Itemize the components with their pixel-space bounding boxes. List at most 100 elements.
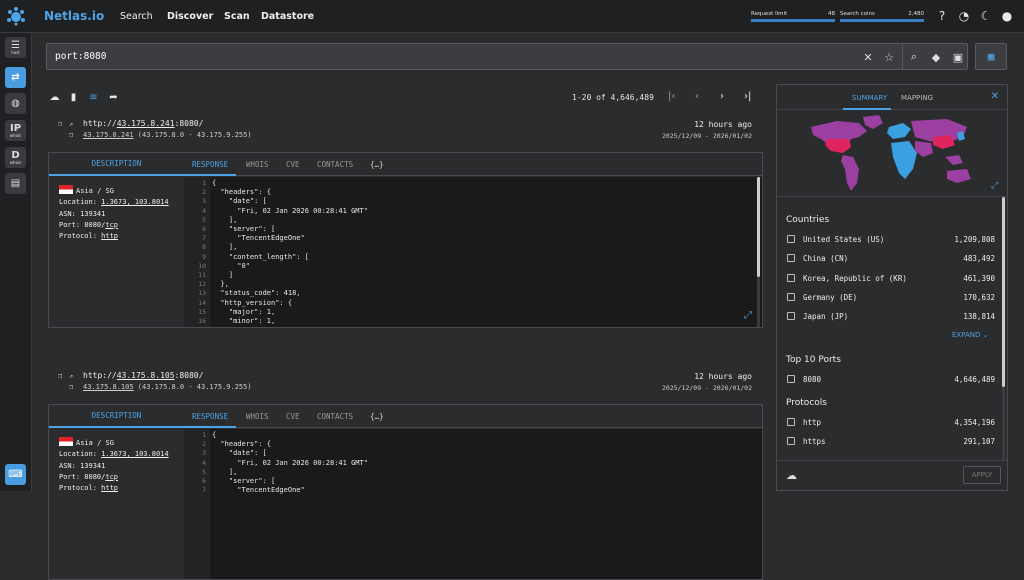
panel-scroll-thumb[interactable]: [1002, 197, 1005, 387]
netlas-logo-icon[interactable]: [6, 6, 26, 26]
code-viewer[interactable]: 1234567 "TencentEdgeOne" "server": [ ], …: [184, 429, 762, 579]
map-fullscreen-icon[interactable]: ⤢: [991, 181, 998, 191]
download-icon[interactable]: ▣: [951, 50, 965, 64]
code-scroll-thumb[interactable]: [757, 177, 760, 277]
facet-checkbox[interactable]: [787, 273, 795, 282]
nav-datastore[interactable]: Datastore: [261, 11, 314, 22]
facet-row[interactable]: Korea, Republic of (KR) 461,390: [787, 273, 995, 285]
facet-row[interactable]: Japan (JP) 138,814: [787, 311, 995, 323]
star-icon[interactable]: ☆: [882, 50, 896, 64]
search-coins-label: Search coins: [840, 11, 875, 17]
facet-row[interactable]: Germany (DE) 170,632: [787, 292, 995, 304]
result-url[interactable]: http://43.175.8.105:8080/: [83, 371, 203, 380]
search-input[interactable]: [55, 51, 835, 62]
rail-domain-whois[interactable]: D whois: [5, 147, 26, 168]
code-line: "major": 1,: [212, 307, 276, 316]
first-page-icon[interactable]: |‹: [668, 91, 675, 102]
ip-link[interactable]: 43.175.8.105: [83, 383, 134, 391]
tab-mapping[interactable]: MAPPING: [901, 94, 933, 102]
location-link[interactable]: 1.3673, 103.8014: [101, 450, 168, 458]
close-icon[interactable]: ✕: [991, 91, 999, 102]
port-proto[interactable]: tcp: [105, 221, 118, 229]
facet-row[interactable]: 8080 4,646,489: [787, 374, 995, 386]
tab-cve[interactable]: CVE: [286, 412, 300, 421]
region: Asia / SG: [76, 187, 114, 195]
user-icon[interactable]: ●: [999, 8, 1015, 24]
facet-checkbox[interactable]: [787, 418, 795, 426]
next-page-icon[interactable]: ›: [720, 91, 724, 102]
facet-checkbox[interactable]: [787, 312, 795, 321]
facet-row[interactable]: United States (US) 1,209,808: [787, 234, 995, 246]
apply-button[interactable]: APPLY: [963, 466, 1001, 484]
rail-domains[interactable]: ◍: [5, 93, 26, 114]
facet-checkbox[interactable]: [787, 437, 795, 445]
facet-row[interactable]: http 4,354,196: [787, 417, 995, 429]
rail-certificates[interactable]: ▤: [5, 173, 26, 194]
rail-ip-whois[interactable]: IP whois: [5, 120, 26, 141]
rail-responses[interactable]: ⇄: [5, 67, 26, 88]
copy-ip-icon[interactable]: ❐: [69, 131, 73, 139]
speed-icon[interactable]: ◔: [956, 8, 972, 24]
tab-whois[interactable]: WHOIS: [246, 160, 269, 169]
search-icon[interactable]: ⌕: [907, 50, 921, 64]
copy-icon[interactable]: ❐: [58, 120, 62, 128]
description-pane: DESCRIPTION Asia / SG Location: 1.3673, …: [49, 405, 184, 579]
cloud-download-icon[interactable]: ☁: [48, 91, 61, 104]
brand-title[interactable]: Netlas.io: [44, 9, 104, 23]
tab-summary[interactable]: SUMMARY: [852, 94, 887, 102]
facets-list[interactable]: Countries United States (US) 1,209,808 Chi…: [777, 196, 1007, 460]
prev-page-icon[interactable]: ‹: [695, 91, 699, 102]
tag-icon[interactable]: ◆: [929, 50, 943, 64]
facet-checkbox[interactable]: [787, 375, 795, 383]
code-viewer[interactable]: 1 2 3 4 5 6 7 8 9 10 11 12 13 14 15 16 "minor": 1, "maj…: [184, 177, 762, 327]
cloud-download-icon[interactable]: ☁: [786, 469, 797, 482]
tab-response[interactable]: RESPONSE: [192, 160, 228, 169]
facet-row[interactable]: China (CN) 483,492: [787, 253, 995, 265]
url-host[interactable]: 43.175.8.241: [117, 119, 175, 128]
tab-contacts[interactable]: CONTACTS: [317, 412, 353, 421]
theme-icon[interactable]: ☾: [978, 8, 994, 24]
rail-domain-whois-big: D: [11, 149, 20, 161]
facet-checkbox[interactable]: [787, 235, 795, 243]
tab-raw-json[interactable]: {…}: [370, 160, 384, 169]
copy-icon[interactable]: ❐: [58, 372, 62, 380]
facet-checkbox[interactable]: [787, 292, 795, 301]
world-map[interactable]: [807, 113, 977, 195]
tab-cve[interactable]: CVE: [286, 160, 300, 169]
rail-keyboard[interactable]: ⌨: [5, 464, 26, 485]
calendar-button[interactable]: ▦: [975, 43, 1007, 70]
line-number: 16: [198, 317, 206, 325]
tab-whois[interactable]: WHOIS: [246, 412, 269, 421]
facet-row[interactable]: https 291,107: [787, 436, 995, 448]
copy-ip-icon[interactable]: ❐: [69, 383, 73, 391]
tab-response[interactable]: RESPONSE: [192, 412, 228, 421]
rail-host[interactable]: ☰ host: [5, 37, 26, 58]
expand-button[interactable]: EXPAND ⌄: [952, 331, 989, 339]
result-card: ❐ ↗ ❐ http://43.175.8.241:8080/ 43.175.8…: [46, 118, 764, 328]
fullscreen-icon[interactable]: ⤢: [744, 310, 752, 321]
nav-search[interactable]: Search: [120, 11, 153, 22]
facet-count: 1,209,808: [954, 235, 995, 244]
last-page-icon[interactable]: ›|: [744, 91, 751, 102]
ip-link[interactable]: 43.175.8.241: [83, 131, 134, 139]
port-proto[interactable]: tcp: [105, 473, 118, 481]
tab-description[interactable]: DESCRIPTION: [49, 405, 184, 428]
url-host[interactable]: 43.175.8.105: [117, 371, 175, 380]
open-link-icon[interactable]: ↗: [69, 120, 73, 128]
open-link-icon[interactable]: ↗: [69, 372, 73, 380]
result-url[interactable]: http://43.175.8.241:8080/: [83, 119, 203, 128]
nav-scan[interactable]: Scan: [224, 11, 250, 22]
tab-contacts[interactable]: CONTACTS: [317, 160, 353, 169]
location-link[interactable]: 1.3673, 103.8014: [101, 198, 168, 206]
stats-icon[interactable]: ▮: [67, 91, 80, 104]
protocol-link[interactable]: http: [101, 232, 118, 240]
nav-discover[interactable]: Discover: [167, 11, 213, 22]
location-label: Location:: [59, 450, 102, 459]
list-view-icon[interactable]: ≡: [87, 91, 100, 104]
tab-description[interactable]: DESCRIPTION: [49, 153, 184, 176]
facet-checkbox[interactable]: [787, 254, 795, 263]
clear-icon[interactable]: ✕: [861, 50, 875, 64]
tab-raw-json[interactable]: {…}: [370, 412, 384, 421]
help-icon[interactable]: ?: [934, 8, 950, 24]
share-icon[interactable]: ➦: [107, 91, 120, 104]
